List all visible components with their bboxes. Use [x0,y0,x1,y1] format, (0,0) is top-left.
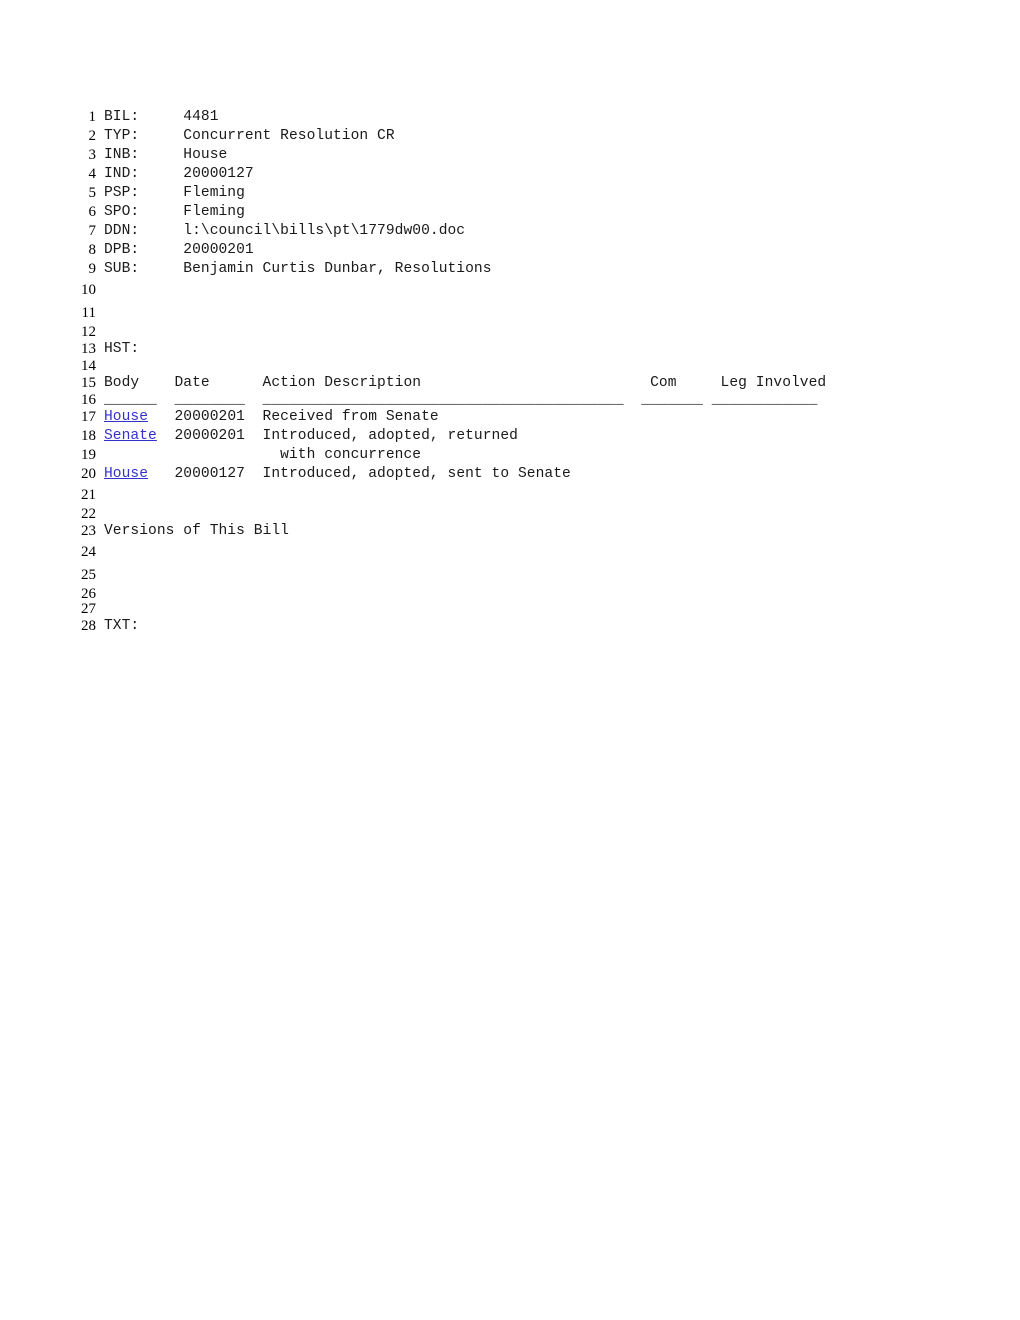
body-link[interactable]: House [104,409,148,425]
line-number: 12 [81,324,96,340]
line-number: 27 [81,601,96,617]
line-content: INB: House [104,146,227,165]
line-number: 19 [81,447,96,463]
line-text: TXT: [104,618,140,634]
document-line: 11 [0,302,1020,325]
document-line: 23 Versions of This Bill [0,522,1020,541]
document-line: 24 [0,541,1020,564]
line-number: 7 [88,223,97,239]
document-line: 1 BIL: 4481 [0,108,1020,127]
document-page: 1 BIL: 4481 2 TYP: Concurrent Resolution CR… [0,0,1020,1320]
line-number: 3 [88,147,97,163]
document-line: 27 [0,602,1020,617]
line-content: HST: [104,340,139,359]
document-line: 6 SPO: Fleming [0,203,1020,222]
line-text: SPO: Fleming [104,204,245,220]
line-text: TYP: Concurrent Resolution CR [104,128,395,144]
line-number: 9 [88,261,97,277]
line-text: DDN: l:\council\bills\pt\1779dw00.doc [104,223,466,239]
document-line: 5 PSP: Fleming [0,184,1020,203]
document-line: 8 DPB: 20000201 [0,241,1020,260]
document-line: 12 [0,325,1020,340]
line-content: Body Date Action Description Com Leg Inv… [104,374,826,393]
line-content: BIL: 4481 [104,108,219,127]
document-line: 28 TXT: [0,617,1020,636]
line-text: SUB: Benjamin Curtis Dunbar, Resolutions [104,261,492,277]
line-number: 14 [81,358,96,374]
line-number: 21 [81,487,96,503]
document-line: 26 [0,587,1020,602]
document-line: 16 ______ ________ ______________________… [0,393,1020,408]
line-number: 10 [81,282,96,298]
line-number: 5 [88,185,97,201]
document-line: 25 [0,564,1020,587]
line-text: 20000201 Introduced, adopted, returned [156,428,518,444]
line-number: 2 [88,128,97,144]
document-line: 13 HST: [0,340,1020,359]
document-line: 15 Body Date Action Description Com Leg I… [0,374,1020,393]
line-text: DPB: 20000201 [104,242,254,258]
document-line: 4 IND: 20000127 [0,165,1020,184]
document-line: 2 TYP: Concurrent Resolution CR [0,127,1020,146]
line-number: 17 [81,409,96,425]
document-line-list: 1 BIL: 4481 2 TYP: Concurrent Resolution CR… [0,108,1020,636]
line-text: PSP: Fleming [104,185,245,201]
line-text: IND: 20000127 [104,166,254,182]
line-number: 20 [81,466,96,482]
line-number: 13 [81,341,96,357]
line-text: INB: House [104,147,228,163]
line-content: SPO: Fleming [104,203,245,222]
line-number: 16 [81,392,96,408]
document-line: 18 Senate 20000201 Introduced, adopted, r… [0,427,1020,446]
line-content: House 20000201 Received from Senate [104,408,439,427]
document-line: 9 SUB: Benjamin Curtis Dunbar, Resolution… [0,260,1020,279]
line-number: 22 [81,506,96,522]
line-content: with concurrence [104,446,421,465]
document-line: 20 House 20000127 Introduced, adopted, se… [0,465,1020,484]
line-content: House 20000127 Introduced, adopted, sent… [104,465,571,484]
line-content: Senate 20000201 Introduced, adopted, ret… [104,427,518,446]
line-number: 28 [81,618,96,634]
line-number: 11 [81,305,96,321]
line-content: SUB: Benjamin Curtis Dunbar, Resolutions [104,260,492,279]
document-line: 22 [0,507,1020,522]
line-content: DPB: 20000201 [104,241,254,260]
line-number: 4 [88,166,97,182]
line-text: HST: [104,341,140,357]
line-number: 24 [81,544,96,560]
line-number: 8 [88,242,97,258]
line-number: 25 [81,567,96,583]
document-line: 21 [0,484,1020,507]
line-text: 20000201 Received from Senate [148,409,439,425]
line-number: 26 [81,586,96,602]
line-number: 15 [81,375,96,391]
line-text: with concurrence [104,447,422,463]
line-text: Versions of This Bill [104,523,289,539]
line-content: ______ ________ ________________________… [104,393,817,408]
body-link[interactable]: Senate [104,428,157,444]
line-text: Body Date Action Description Com Leg Inv… [104,375,827,391]
line-content: PSP: Fleming [104,184,245,203]
document-line: 7 DDN: l:\council\bills\pt\1779dw00.doc [0,222,1020,241]
line-content: Versions of This Bill [104,522,289,541]
line-text: ______ ________ ________________________… [104,392,818,408]
line-number: 18 [81,428,96,444]
document-line: 10 [0,279,1020,302]
line-content: TYP: Concurrent Resolution CR [104,127,395,146]
body-link[interactable]: House [104,466,148,482]
line-number: 23 [81,523,96,539]
line-content: IND: 20000127 [104,165,254,184]
document-line: 19 with concurrence [0,446,1020,465]
document-line: 17 House 20000201 Received from Senate [0,408,1020,427]
line-text: 20000127 Introduced, adopted, sent to Se… [148,466,571,482]
line-content: TXT: [104,617,139,636]
line-text: BIL: 4481 [104,109,219,125]
line-number: 6 [88,204,97,220]
line-number: 1 [88,109,97,125]
line-content: DDN: l:\council\bills\pt\1779dw00.doc [104,222,465,241]
document-line: 3 INB: House [0,146,1020,165]
document-line: 14 [0,359,1020,374]
